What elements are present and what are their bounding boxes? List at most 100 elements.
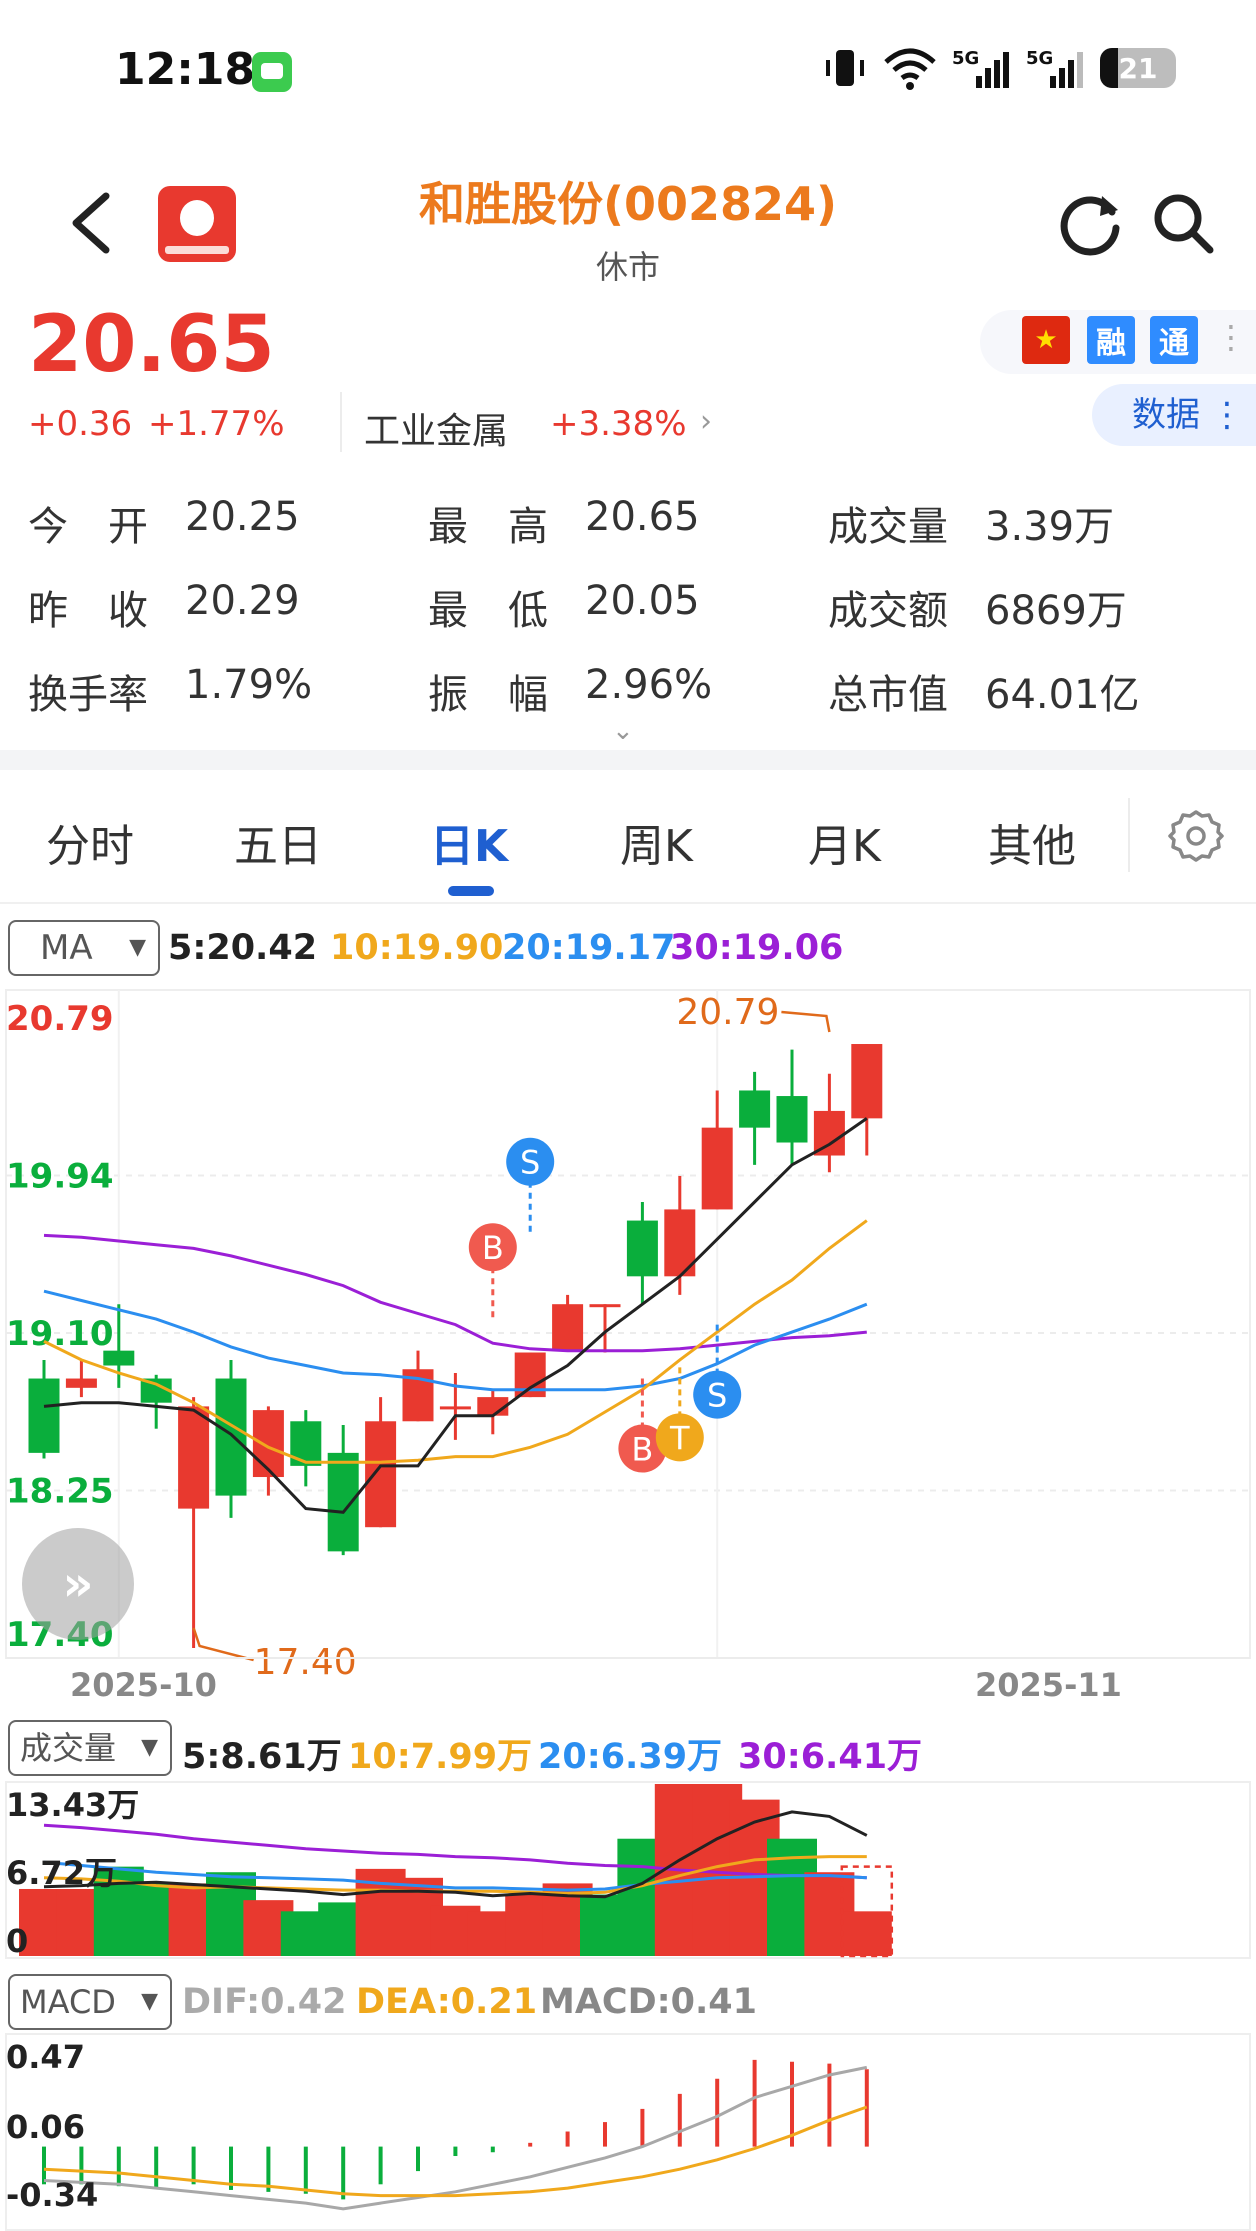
double-chevron-right-icon: » bbox=[62, 1556, 93, 1612]
candle-body bbox=[776, 1096, 808, 1143]
volume-indicator-selector[interactable]: 成交量 ▼ bbox=[8, 1720, 172, 1776]
dea-value: DEA:0.21 bbox=[356, 1982, 538, 2022]
tab-intraday[interactable]: 分时 bbox=[46, 810, 134, 874]
gear-icon[interactable] bbox=[1168, 808, 1224, 864]
min-price-label: 17.40 bbox=[254, 1642, 357, 1683]
signal-label-2: 5G bbox=[1026, 48, 1053, 69]
candle-body bbox=[178, 1406, 210, 1509]
sector-change-percent[interactable]: +3.38% bbox=[550, 404, 687, 444]
last-price: 20.65 bbox=[28, 300, 275, 390]
battery-icon: 21 bbox=[1100, 48, 1176, 88]
trade-marker-label: B bbox=[631, 1431, 653, 1469]
sector-name[interactable]: 工业金属 bbox=[364, 402, 508, 454]
stat-value: 20.05 bbox=[585, 578, 700, 624]
data-button-label: 数据 bbox=[1132, 395, 1200, 435]
y-tick-label: 18.25 bbox=[6, 1472, 114, 1512]
macd-indicator-selector[interactable]: MACD ▼ bbox=[8, 1974, 172, 2030]
wifi-icon bbox=[884, 48, 936, 90]
dropdown-triangle-icon: ▼ bbox=[141, 1735, 158, 1760]
dropdown-triangle-icon: ▼ bbox=[141, 1989, 158, 2014]
volume-chart[interactable]: 13.43万 6.72万 0 bbox=[0, 1780, 1256, 1966]
refresh-icon[interactable] bbox=[1058, 190, 1124, 256]
stat-label: 成交量 bbox=[828, 504, 948, 550]
stat-label: 振 幅 bbox=[428, 672, 548, 718]
cellular-signal-icon: 5G bbox=[1026, 48, 1083, 88]
vol-ma20-value: 20:6.39万 bbox=[538, 1737, 723, 1777]
volume-bar bbox=[841, 1911, 892, 1956]
tab-daily-k[interactable]: 日K bbox=[430, 810, 508, 874]
stat-label: 最 低 bbox=[428, 588, 548, 634]
stat-value: 64.01亿 bbox=[985, 672, 1140, 718]
dropdown-triangle-icon: ▼ bbox=[129, 935, 146, 960]
candle-body bbox=[215, 1378, 247, 1496]
vol-ma5-value: 5:8.61万 bbox=[182, 1737, 342, 1777]
y-tick-label: 0.47 bbox=[6, 2038, 85, 2076]
stat-label: 昨 收 bbox=[28, 588, 148, 634]
y-tick-label: 13.43万 bbox=[6, 1786, 139, 1824]
ma20-value: 20:19.17 bbox=[502, 928, 676, 968]
price-change-percent: +1.77% bbox=[148, 404, 285, 444]
x-tick-label: 2025-11 bbox=[975, 1666, 1122, 1704]
section-separator bbox=[0, 750, 1256, 770]
y-tick-label: 6.72万 bbox=[6, 1854, 117, 1892]
signal-label-1: 5G bbox=[952, 48, 979, 69]
stat-value: 1.79% bbox=[185, 662, 313, 708]
vol-ma10-value: 10:7.99万 bbox=[348, 1737, 533, 1777]
tab-monthly-k[interactable]: 月K bbox=[808, 810, 881, 874]
message-icon bbox=[252, 52, 292, 92]
margin-badge[interactable]: 融 bbox=[1087, 316, 1135, 364]
divider bbox=[340, 392, 342, 452]
trade-marker-label: S bbox=[520, 1144, 540, 1182]
stat-value: 2.96% bbox=[585, 662, 713, 708]
candle-body bbox=[701, 1127, 733, 1210]
data-button[interactable]: 数据 ⋮ bbox=[1092, 384, 1256, 446]
status-icons: 5G 5G 21 bbox=[822, 46, 1176, 90]
stat-label: 成交额 bbox=[828, 588, 948, 634]
y-tick-label: 0.06 bbox=[6, 2108, 85, 2146]
ma-indicator-selector[interactable]: MA ▼ bbox=[8, 920, 160, 976]
vibrate-icon bbox=[826, 50, 864, 86]
candle-body bbox=[626, 1220, 658, 1277]
active-tab-indicator bbox=[448, 886, 494, 896]
tab-bar-border bbox=[0, 902, 1256, 904]
stat-label: 最 高 bbox=[428, 504, 548, 550]
tab-weekly-k[interactable]: 周K bbox=[620, 810, 693, 874]
macd-value: MACD:0.41 bbox=[540, 1982, 758, 2022]
stat-value: 3.39万 bbox=[985, 504, 1115, 550]
tab-other[interactable]: 其他 bbox=[988, 810, 1076, 874]
candle-body bbox=[552, 1304, 584, 1351]
trade-marker-label: S bbox=[707, 1377, 727, 1415]
connect-badge[interactable]: 通 bbox=[1150, 316, 1198, 364]
more-dots-icon[interactable]: ⋮ bbox=[1215, 318, 1247, 356]
y-tick-label: 20.79 bbox=[6, 999, 114, 1039]
ma30-value: 30:19.06 bbox=[670, 928, 844, 968]
expand-chevron-icon[interactable]: ⌄ bbox=[612, 716, 634, 746]
y-tick-label: 19.94 bbox=[6, 1157, 114, 1197]
china-flag-icon: ★ bbox=[1022, 316, 1070, 364]
ma5-value: 5:20.42 bbox=[168, 928, 318, 968]
vol-ma30-value: 30:6.41万 bbox=[738, 1737, 923, 1777]
candle-body bbox=[327, 1452, 359, 1552]
chevron-right-icon[interactable]: › bbox=[700, 404, 712, 439]
stat-value: 20.29 bbox=[185, 578, 300, 624]
tab-divider bbox=[1128, 798, 1130, 872]
candlestick-chart[interactable]: 20.7919.9419.1018.2517.4020.7917.40BSBTS… bbox=[0, 984, 1256, 1714]
dif-value: DIF:0.42 bbox=[182, 1982, 347, 2022]
candle-body bbox=[28, 1378, 60, 1453]
tab-five-day[interactable]: 五日 bbox=[234, 810, 322, 874]
candle-body bbox=[439, 1406, 471, 1410]
stat-value: 20.25 bbox=[185, 494, 300, 540]
trade-marker-label: T bbox=[669, 1419, 690, 1457]
candle-body bbox=[851, 1044, 883, 1119]
max-leader-line bbox=[781, 1010, 831, 1033]
x-tick-label: 2025-10 bbox=[70, 1666, 217, 1704]
search-icon[interactable] bbox=[1150, 190, 1216, 256]
y-tick-label: 0 bbox=[6, 1922, 28, 1960]
candle-body bbox=[65, 1378, 97, 1388]
trade-marker-label: B bbox=[482, 1229, 504, 1267]
cellular-signal-icon: 5G bbox=[952, 48, 1009, 88]
stat-label: 换手率 bbox=[28, 672, 148, 718]
price-change: +0.36 bbox=[28, 404, 133, 444]
macd-chart[interactable]: 0.47 0.06 -0.34 bbox=[0, 2032, 1256, 2231]
candle-body bbox=[739, 1090, 771, 1128]
